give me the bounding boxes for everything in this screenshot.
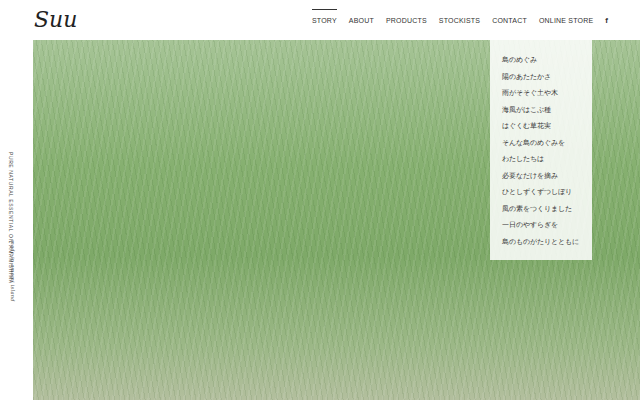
facebook-icon[interactable]: f (605, 16, 608, 25)
nav-item[interactable]: ONLINE STORE (539, 13, 593, 28)
nav-item[interactable]: STOCKISTS (439, 13, 480, 28)
main-nav: STORY ABOUT PRODUCTS STOCKISTS CONTACT ONLINE… (312, 13, 608, 28)
nav-item[interactable]: PRODUCTS (386, 13, 427, 28)
nav-item[interactable]: CONTACT (492, 13, 527, 28)
poem-line: 必要なだけを摘み (502, 168, 586, 185)
poem-line: 陽のあたたかさ (502, 69, 586, 86)
page: Suu STORY ABOUT PRODUCTS STOCKISTS CONTACT ONL… (0, 0, 640, 400)
poem-line: 島のものがたりとともに (502, 234, 586, 251)
poem-line: 一日のやすらぎを (502, 217, 586, 234)
poem-line: 海風がはこぶ種 (502, 102, 586, 119)
nav-item[interactable]: STORY (312, 13, 337, 28)
nav-item[interactable]: ABOUT (349, 13, 374, 28)
side-text: made in amami island (10, 240, 16, 302)
poem-line: はぐくむ草花実 (502, 118, 586, 135)
poem-line: そんな島のめぐみを (502, 135, 586, 152)
poem-line: わたしたちは (502, 151, 586, 168)
side-strip: PURE NATURAL ESSENTIAL OIL AMAMISHIMAmad… (0, 40, 33, 400)
poem-panel: 島のめぐみ陽のあたたかさ雨がそそぐ土や木海風がはこぶ種はぐくむ草花実そんな島のめ… (490, 40, 592, 260)
poem-line: 風の素をつくりました (502, 201, 586, 218)
poem-line: ひとしずくずつしぼり (502, 184, 586, 201)
poem-line: 島のめぐみ (502, 52, 586, 69)
poem-line: 雨がそそぐ土や木 (502, 85, 586, 102)
hero-photo: 島のめぐみ陽のあたたかさ雨がそそぐ土や木海風がはこぶ種はぐくむ草花実そんな島のめ… (33, 40, 640, 400)
header: Suu STORY ABOUT PRODUCTS STOCKISTS CONTACT ONL… (0, 0, 640, 40)
logo[interactable]: Suu (34, 9, 77, 31)
main: PURE NATURAL ESSENTIAL OIL AMAMISHIMAmad… (0, 40, 640, 400)
